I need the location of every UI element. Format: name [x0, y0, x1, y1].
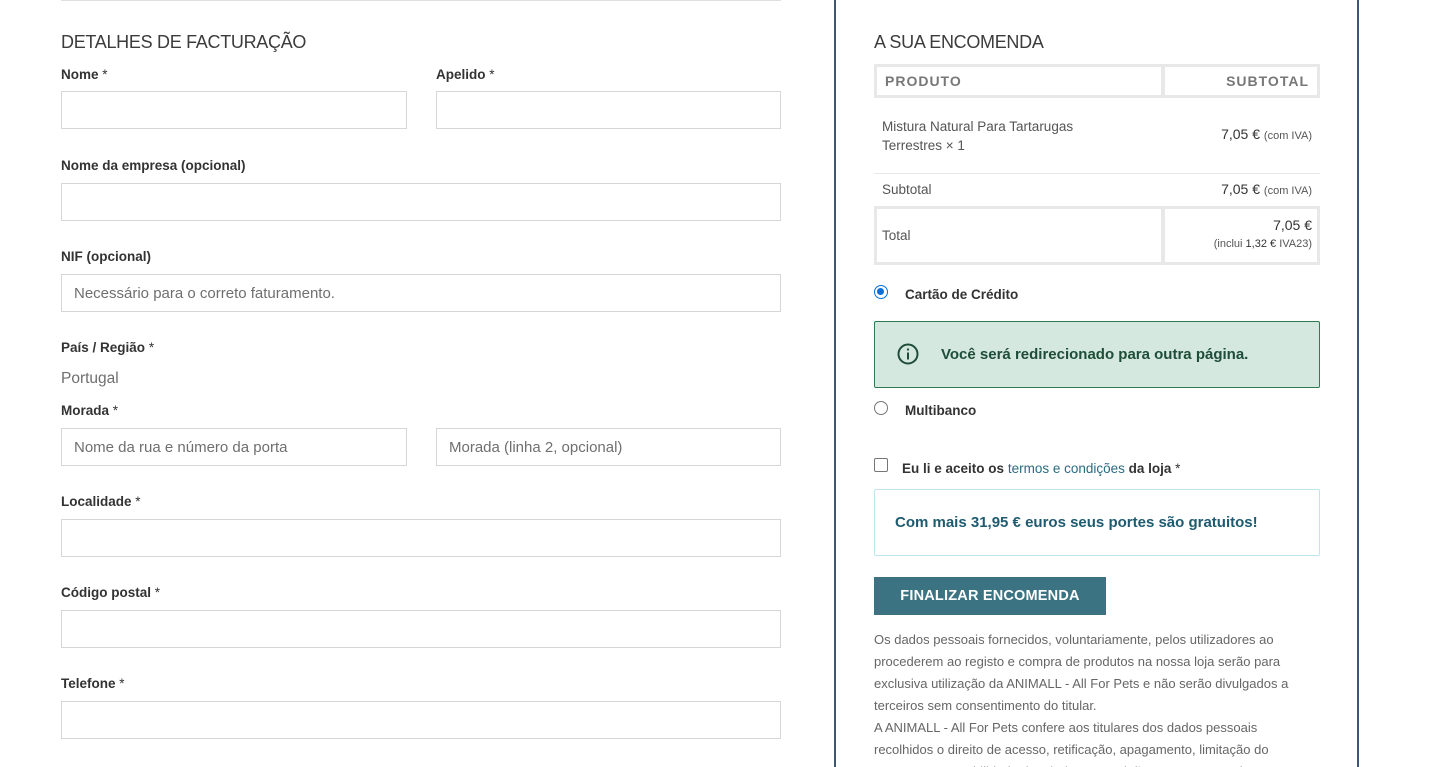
country-label-text: País / Região	[61, 340, 146, 355]
phone-label: Telefone *	[61, 676, 125, 691]
company-input[interactable]	[61, 183, 781, 221]
product-column-header: PRODUTO	[874, 64, 1164, 98]
phone-input[interactable]	[61, 701, 781, 739]
required-mark: *	[135, 494, 141, 509]
required-mark: *	[102, 67, 108, 82]
place-order-button[interactable]: FINALIZAR ENCOMENDA	[874, 577, 1106, 615]
first-name-input[interactable]	[61, 91, 407, 129]
terms-label[interactable]: Eu li e aceito os termos e condições da …	[902, 461, 1180, 476]
order-item-tax-note: (com IVA)	[1263, 130, 1312, 142]
free-shipping-notice: Com mais 31,95 € euros seus portes são g…	[874, 489, 1320, 556]
address-line1-input[interactable]	[61, 428, 407, 466]
required-mark: *	[112, 403, 119, 418]
country-label: País / Região *	[61, 340, 154, 355]
payment-multibanco-label[interactable]: Multibanco	[905, 403, 976, 418]
payment-credit-card-radio[interactable]	[874, 285, 888, 299]
billing-title: DETALHES DE FACTURAÇÃO	[61, 32, 307, 52]
required-mark: *	[489, 67, 495, 82]
payment-credit-card-label[interactable]: Cartão de Crédito	[905, 287, 1018, 302]
payment-multibanco-radio[interactable]	[874, 401, 888, 415]
order-title: A SUA ENCOMENDA	[874, 32, 1044, 52]
address-line2-input[interactable]	[436, 428, 781, 466]
company-label: Nome da empresa (opcional)	[61, 158, 246, 173]
subtotal-value: 7,05 €	[1221, 181, 1261, 197]
required-mark: *	[154, 585, 161, 600]
privacy-paragraph-2: A ANIMALL - All For Pets confere aos tit…	[874, 720, 1313, 767]
total-incl-amount: 1,32 €	[1245, 238, 1277, 250]
terms-checkbox[interactable]	[874, 458, 888, 472]
info-circle-icon	[897, 343, 919, 365]
required-mark: *	[1175, 461, 1181, 476]
first-name-label: Nome *	[61, 67, 108, 82]
total-value: 7,05 €	[1273, 217, 1312, 233]
terms-link[interactable]: termos e condições	[1008, 461, 1125, 476]
first-name-label-text: Nome	[61, 67, 99, 82]
payment-redirect-text: Você será redirecionado para outra págin…	[941, 346, 1249, 363]
total-incl-prefix: (inclui	[1213, 238, 1243, 250]
payment-redirect-notice: Você será redirecionado para outra págin…	[874, 321, 1320, 388]
free-shipping-text: Com mais 31,95 € euros seus portes são g…	[895, 514, 1258, 531]
city-input[interactable]	[61, 519, 781, 557]
country-value: Portugal	[61, 370, 119, 387]
city-label-text: Localidade	[61, 494, 132, 509]
subtotal-price: 7,05 € (com IVA)	[1221, 181, 1312, 197]
checkout-page: DETALHES DE FACTURAÇÃO Nome * Apelido * …	[0, 0, 1433, 767]
order-item-title: Mistura Natural Para Tartarugas Terrestr…	[882, 119, 1074, 153]
order-item-price: 7,05 € (com IVA)	[1221, 126, 1312, 142]
terms-prefix: Eu li e aceito os	[902, 461, 1005, 476]
total-label: Total	[882, 228, 911, 243]
total-incl-suffix: IVA23)	[1279, 238, 1312, 250]
total-tax-included: (inclui 1,32 € IVA23)	[1214, 238, 1312, 250]
address-label-text: Morada	[61, 403, 110, 418]
order-item-price-value: 7,05 €	[1221, 126, 1261, 142]
total-label-cell	[874, 206, 1164, 265]
address-label: Morada *	[61, 403, 118, 418]
city-label: Localidade *	[61, 494, 141, 509]
privacy-notice: Os dados pessoais fornecidos, voluntaria…	[874, 629, 1314, 767]
privacy-paragraph-1: Os dados pessoais fornecidos, voluntaria…	[874, 632, 1289, 713]
required-mark: *	[148, 340, 155, 355]
last-name-label-text: Apelido	[436, 67, 486, 82]
postcode-label: Código postal *	[61, 585, 160, 600]
subtotal-column-header: SUBTOTAL	[1162, 64, 1320, 98]
nif-label: NIF (opcional)	[61, 249, 151, 264]
last-name-input[interactable]	[436, 91, 781, 129]
terms-suffix: da loja	[1128, 461, 1172, 476]
divider	[61, 0, 781, 1]
postcode-label-text: Código postal	[61, 585, 151, 600]
required-mark: *	[119, 676, 125, 691]
phone-label-text: Telefone	[61, 676, 116, 691]
order-review: A SUA ENCOMENDA PRODUTO SUBTOTAL Mistura…	[834, 0, 1359, 767]
total-value-cell	[1162, 206, 1320, 265]
order-item-name: Mistura Natural Para Tartarugas Terrestr…	[882, 117, 1102, 155]
subtotal-label: Subtotal	[882, 182, 932, 197]
subtotal-tax-note: (com IVA)	[1263, 185, 1312, 197]
order-item-qty: × 1	[945, 138, 965, 153]
divider	[874, 173, 1320, 174]
nif-input[interactable]	[61, 274, 781, 312]
last-name-label: Apelido *	[436, 67, 495, 82]
postcode-input[interactable]	[61, 610, 781, 648]
